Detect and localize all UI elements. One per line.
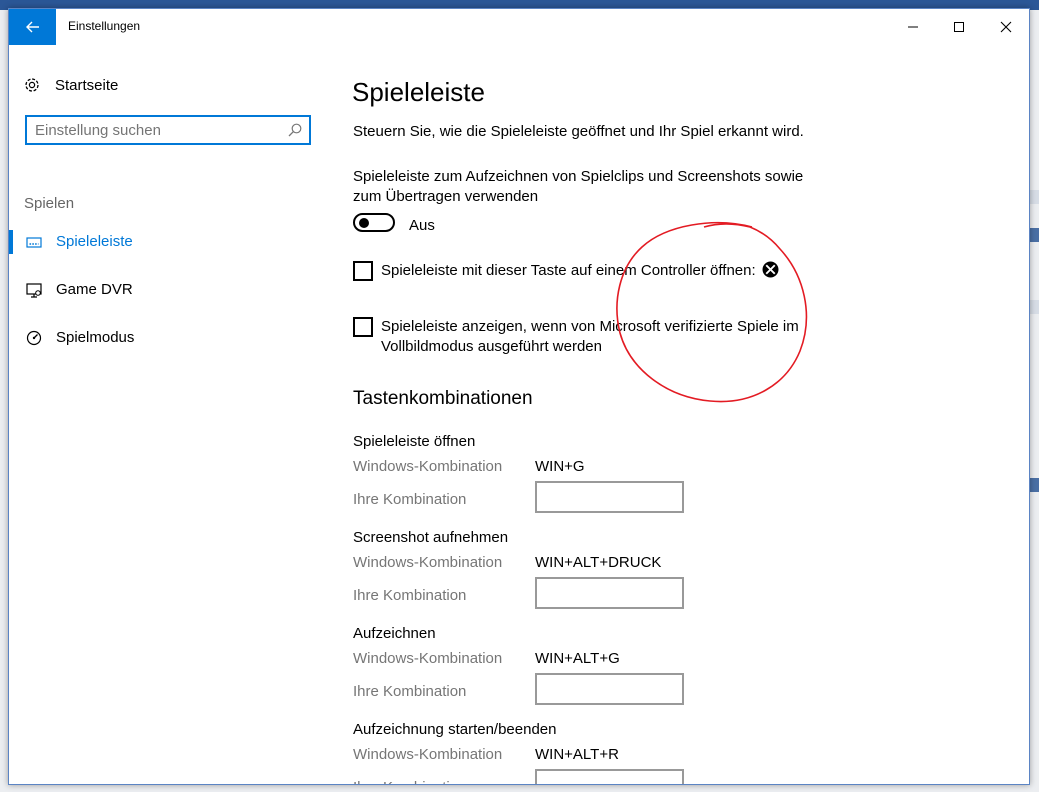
shortcut-name: Screenshot aufnehmen — [353, 529, 509, 546]
page-description: Steuern Sie, wie die Spieleleiste geöffn… — [353, 123, 804, 140]
your-combo-input[interactable] — [535, 673, 684, 705]
fullscreen-checkbox[interactable] — [353, 317, 373, 337]
sidebar-item-label: Spielmodus — [56, 329, 135, 346]
minimize-icon — [908, 26, 918, 28]
annotation-circle — [616, 221, 808, 403]
windows-combo-label: Windows-Kombination — [353, 554, 503, 571]
minimize-button[interactable] — [890, 9, 936, 45]
xbox-icon — [762, 261, 779, 278]
your-combo-input[interactable] — [535, 577, 684, 609]
maximize-icon — [954, 22, 964, 32]
sidebar-item-spielmodus[interactable]: Spielmodus — [9, 323, 309, 353]
your-combo-input[interactable] — [535, 481, 684, 513]
controller-button-checkbox-label: Spieleleiste mit dieser Taste auf einem … — [381, 262, 756, 279]
windows-combo-label: Windows-Kombination — [353, 650, 503, 667]
shortcut-name: Spieleleiste öffnen — [353, 433, 476, 450]
maximize-button[interactable] — [936, 9, 982, 45]
search-box[interactable] — [25, 115, 311, 145]
page-title: Spieleleiste — [352, 77, 485, 107]
main-content: Spieleleiste Steuern Sie, wie die Spiele… — [352, 45, 1012, 784]
search-icon[interactable] — [287, 122, 303, 138]
shortcuts-title: Tastenkombinationen — [353, 388, 533, 409]
search-input[interactable] — [27, 117, 287, 143]
sidebar-item-home[interactable]: Startseite — [23, 73, 303, 97]
windows-combo-label: Windows-Kombination — [353, 458, 503, 475]
sidebar-item-spieleleiste[interactable]: Spieleleiste — [9, 227, 309, 257]
windows-combo-value: WIN+ALT+G — [535, 650, 620, 667]
windows-combo-label: Windows-Kombination — [353, 746, 503, 763]
your-combo-label: Ihre Kombination — [353, 491, 467, 508]
toggle-state-label: Aus — [409, 217, 435, 234]
window-title: Einstellungen — [68, 19, 141, 33]
title-bar: Einstellungen — [9, 9, 1029, 45]
toggle-setting-label: Spieleleiste zum Aufzeichnen von Spielcl… — [353, 168, 804, 205]
game-bar-toggle[interactable] — [353, 213, 395, 232]
sidebar-item-label: Game DVR — [56, 281, 133, 298]
controller-button-checkbox[interactable] — [353, 261, 373, 281]
sidebar-item-label: Spieleleiste — [56, 233, 133, 250]
your-combo-label: Ihre Kombination — [353, 779, 466, 784]
your-combo-label: Ihre Kombination — [353, 587, 467, 604]
windows-combo-value: WIN+ALT+DRUCK — [535, 554, 662, 571]
shortcut-name: Aufzeichnung starten/beenden — [353, 721, 557, 738]
active-indicator — [9, 230, 13, 254]
sidebar-item-game-dvr[interactable]: Game DVR — [9, 275, 309, 305]
arrow-left-icon — [25, 21, 39, 33]
windows-combo-value: WIN+ALT+R — [535, 746, 619, 763]
windows-combo-value: WIN+G — [535, 458, 585, 475]
game-bar-icon — [26, 237, 42, 248]
settings-window: Einstellungen Startseite Spielen — [8, 8, 1030, 785]
close-button[interactable] — [983, 9, 1029, 45]
gear-icon — [25, 78, 39, 92]
back-button[interactable] — [9, 9, 56, 45]
close-icon — [1000, 21, 1012, 33]
section-label-spielen: Spielen — [24, 195, 75, 212]
game-dvr-icon — [26, 283, 42, 298]
your-combo-input[interactable] — [535, 769, 684, 784]
shortcut-name: Aufzeichnen — [353, 625, 436, 642]
your-combo-label: Ihre Kombination — [353, 683, 467, 700]
controller-button-checkbox-row: Spieleleiste mit dieser Taste auf einem … — [381, 261, 841, 281]
fullscreen-checkbox-label: Spieleleiste anzeigen, wenn von Microsof… — [381, 318, 799, 355]
sidebar-home-label: Startseite — [55, 76, 119, 94]
sidebar: Startseite Spielen Spieleleiste — [9, 45, 329, 784]
game-mode-icon — [26, 330, 42, 346]
toggle-knob — [359, 218, 369, 228]
